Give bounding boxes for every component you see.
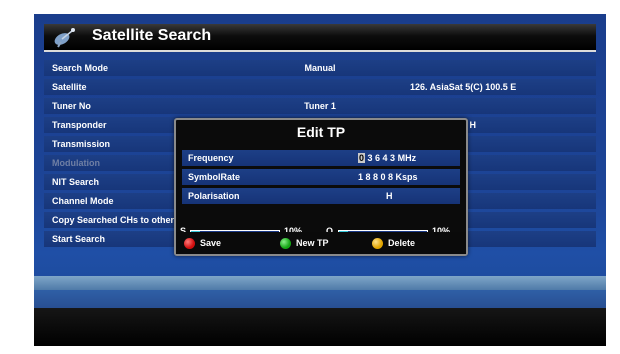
row-label: Copy Searched CHs to other xyxy=(52,215,175,225)
frequency-unit: MHz xyxy=(397,153,417,163)
frequency-cursor-digit: 0 xyxy=(358,153,366,163)
page-title: Satellite Search xyxy=(92,27,212,44)
new-tp-label: New TP xyxy=(296,238,329,248)
new-tp-button[interactable]: New TP xyxy=(280,236,329,250)
save-label: Save xyxy=(200,238,222,248)
tv-screen: Satellite Search Search Mode Manual Sate… xyxy=(34,14,606,346)
symbolrate-field[interactable]: SymbolRate 1 8 8 0 8 Ksps xyxy=(182,169,460,185)
symbolrate-value[interactable]: 1 8 8 0 8 Ksps xyxy=(358,169,418,185)
row-satellite[interactable]: Satellite 126. AsiaSat 5(C) 100.5 E xyxy=(44,79,596,95)
frequency-field[interactable]: Frequency 0 3 6 4 3 MHz xyxy=(182,150,460,166)
save-button[interactable]: Save xyxy=(184,236,221,250)
row-label: Channel Mode xyxy=(52,196,114,206)
symbolrate-digits: 1 8 8 0 8 xyxy=(358,172,394,182)
row-label: NIT Search xyxy=(52,177,100,187)
row-value: Tuner 1 xyxy=(304,101,336,111)
symbolrate-label: SymbolRate xyxy=(188,172,241,182)
title-bar: Satellite Search xyxy=(44,24,596,52)
delete-button[interactable]: Delete xyxy=(372,236,415,250)
delete-label: Delete xyxy=(388,238,416,248)
info-panel xyxy=(34,308,606,346)
info-strip-light xyxy=(34,276,606,290)
row-tuner-no[interactable]: Tuner No Tuner 1 xyxy=(44,98,596,114)
polarisation-label: Polarisation xyxy=(188,191,240,201)
row-value: Manual xyxy=(304,63,336,73)
red-key-icon xyxy=(184,238,195,250)
green-key-icon xyxy=(280,238,291,250)
row-label: Transmission xyxy=(52,139,111,149)
row-label: Transponder xyxy=(52,120,107,130)
frequency-digits: 3 6 4 3 xyxy=(367,153,396,163)
row-label: Satellite xyxy=(52,82,87,92)
row-label: Modulation xyxy=(52,158,100,168)
info-strip xyxy=(34,290,606,308)
row-value: 126. AsiaSat 5(C) 100.5 E xyxy=(410,82,517,92)
dialog-button-bar: Save New TP Delete xyxy=(176,232,466,254)
yellow-key-icon xyxy=(372,238,383,250)
symbolrate-unit: Ksps xyxy=(395,172,418,182)
dialog-fields: Frequency 0 3 6 4 3 MHz SymbolRate 1 8 8… xyxy=(182,150,460,207)
dialog-title: Edit TP xyxy=(296,124,346,140)
polarisation-value[interactable]: H xyxy=(386,188,393,204)
row-label: Start Search xyxy=(52,234,106,244)
row-search-mode[interactable]: Search Mode Manual xyxy=(44,60,596,76)
satellite-icon xyxy=(54,28,75,48)
edit-tp-dialog: Edit TP Frequency 0 3 6 4 3 MHz SymbolRa… xyxy=(174,118,468,256)
polarisation-field[interactable]: Polarisation H xyxy=(182,188,460,204)
frequency-value[interactable]: 0 3 6 4 3 MHz xyxy=(358,150,416,166)
frequency-label: Frequency xyxy=(188,153,234,163)
